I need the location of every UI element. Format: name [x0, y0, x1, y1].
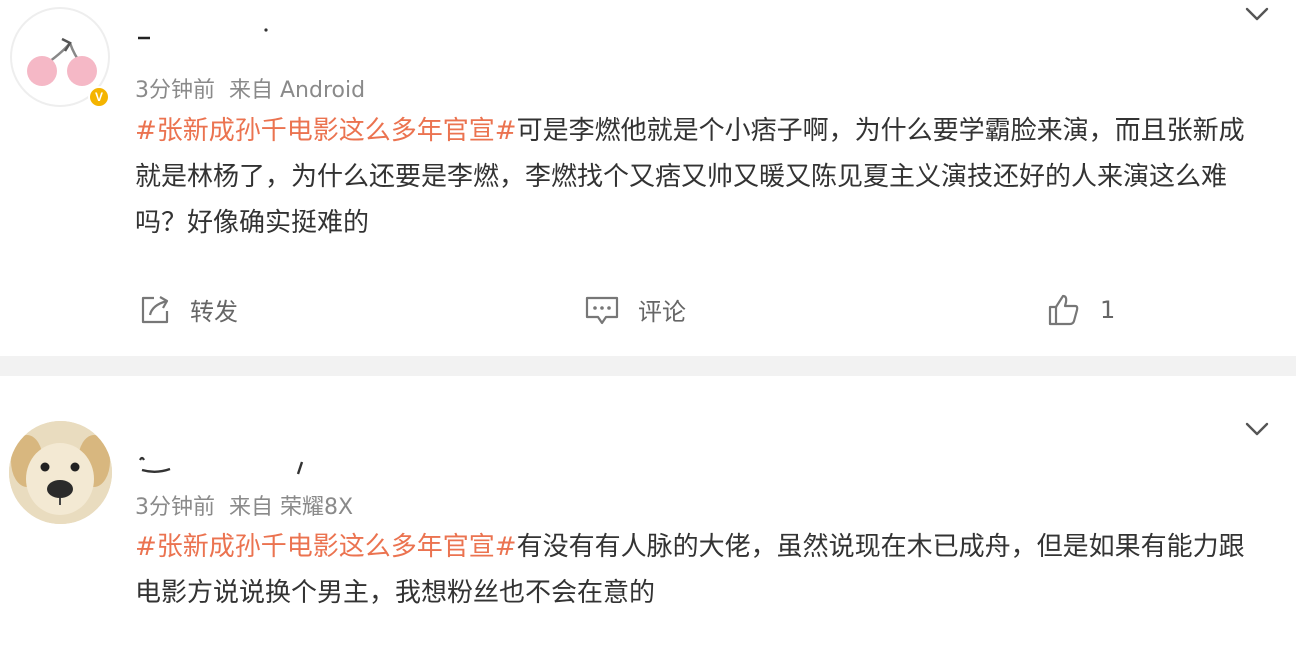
comment-text: #张新成孙千电影这么多年官宣#有没有有人脉的大佬，虽然说现在木已成舟，但是如果有…: [135, 524, 1265, 616]
hashtag-link[interactable]: #张新成孙千电影这么多年官宣#: [135, 532, 517, 562]
comment-button[interactable]: 评论: [584, 292, 686, 327]
like-count: 1: [1100, 296, 1116, 324]
username-redacted: [139, 456, 304, 475]
comment-meta: 3分钟前 来自 荣耀8X: [135, 489, 353, 521]
repost-icon: [141, 295, 169, 323]
timestamp: 3分钟前: [135, 495, 215, 520]
hashtag-link[interactable]: #张新成孙千电影这么多年官宣#: [135, 116, 517, 146]
like-button[interactable]: 1: [1046, 292, 1115, 328]
divider: [0, 356, 1296, 376]
comment-text: #张新成孙千电影这么多年官宣#可是李燃他就是个小痞子啊，为什么要学霸脸来演，而且…: [135, 108, 1265, 246]
timestamp: 3分钟前: [135, 78, 215, 103]
comment-label: 评论: [638, 298, 686, 326]
comment-icon: [585, 296, 619, 324]
comment-meta: 3分钟前 来自 Android: [135, 72, 365, 104]
device-source: 来自 荣耀8X: [229, 495, 354, 520]
thumbs-up-icon: [1048, 294, 1079, 326]
username-redacted: [138, 28, 268, 40]
verified-badge: V: [88, 86, 110, 108]
repost-label: 转发: [190, 298, 238, 326]
dog-avatar-icon: [9, 421, 112, 524]
repost-button[interactable]: 转发: [138, 292, 238, 327]
chevron-down-icon[interactable]: [1244, 416, 1270, 442]
avatar[interactable]: [9, 421, 112, 524]
device-source: 来自 Android: [229, 78, 366, 103]
chevron-down-icon[interactable]: [1244, 1, 1270, 27]
